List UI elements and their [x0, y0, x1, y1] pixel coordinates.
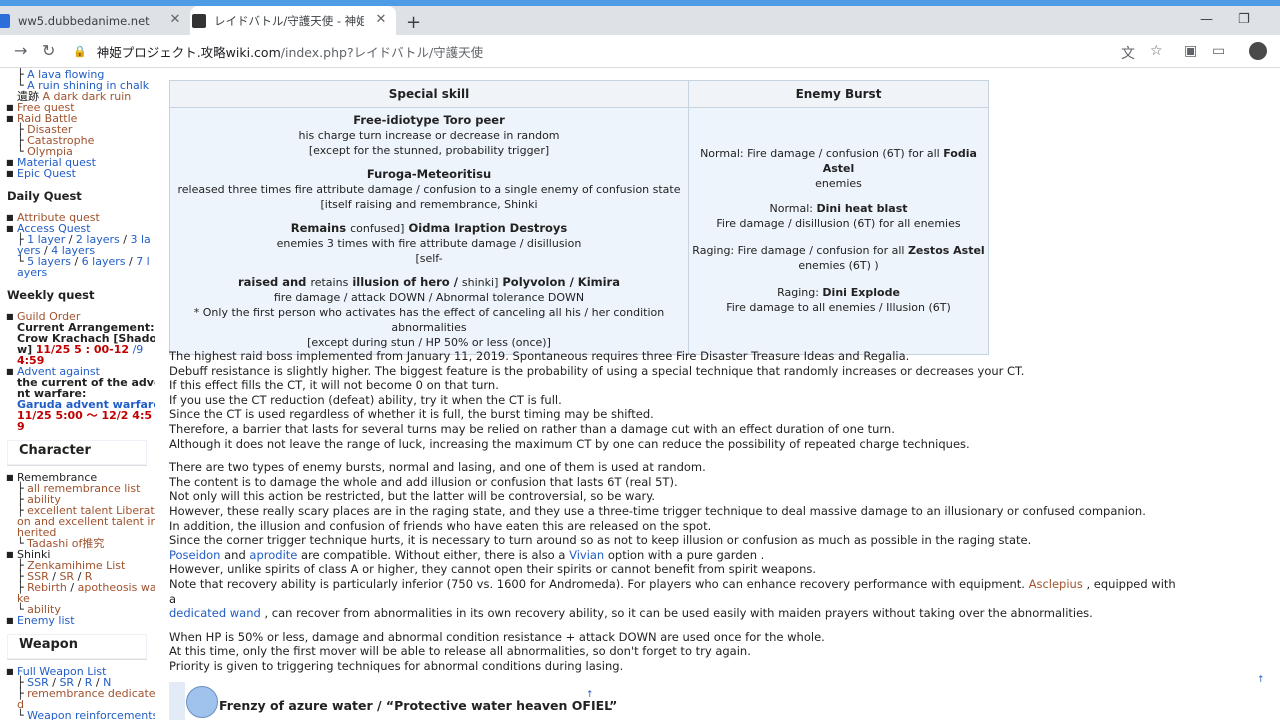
tab-dubbedanime[interactable]: ww5.dubbedanime.net ✕ — [0, 6, 190, 35]
enemy-burst-header: Enemy Burst — [688, 80, 989, 108]
burst-desc: Fire damage / disillusion (6T) for all e… — [716, 217, 961, 230]
close-tab-icon[interactable]: ✕ — [168, 13, 182, 27]
vivian-link[interactable]: Vivian — [569, 548, 604, 562]
burst-entry-tail: enemies (6T) ) — [798, 259, 879, 272]
garuda-date: 11/25 5:00 ～ 12/2 4:5 — [17, 409, 152, 422]
weekly-quest-heading: Weekly quest — [7, 288, 95, 302]
skill-desc: enemies 3 times with fire attribute dama… — [276, 237, 582, 250]
special-skill-header: Special skill — [169, 80, 689, 108]
burst-entry: Raging: Dini Explode — [777, 286, 900, 299]
url-host: 神姫プロジェクト.攻略wiki.com — [96, 44, 281, 60]
tab-title: レイドバトル/守護天使 - 神姫プロジェ — [214, 13, 364, 28]
translate-icon[interactable]: 文 — [1121, 43, 1135, 63]
skill-name: Remains confused] Oidma Iraption Destroy… — [290, 221, 568, 235]
bullet-icon: ■ — [6, 312, 14, 321]
burst-entry: Normal: Dini heat blast — [769, 202, 908, 215]
skill-desc: fire damage / attack DOWN / Abnormal tol… — [273, 291, 585, 304]
bullet-icon: ■ — [6, 367, 14, 376]
dedicated-wand-link[interactable]: dedicated wand — [169, 606, 261, 620]
poseidon-link[interactable]: Poseidon — [169, 548, 220, 562]
back-to-top-icon[interactable]: ↑ — [586, 690, 594, 700]
main-content: Special skill Enemy Burst Free-idiotype … — [169, 68, 1269, 720]
site-favicon-icon — [0, 13, 10, 28]
new-tab-icon[interactable]: + — [406, 12, 421, 33]
enemy-burst-cell: Normal: Fire damage / confusion (6T) for… — [688, 107, 989, 355]
section-title: Frenzy of azure water / “Protective wate… — [219, 698, 618, 713]
sidebar-item-epic-quest[interactable]: Epic Quest — [17, 168, 76, 179]
bullet-icon: ■ — [6, 169, 14, 178]
bullet-icon: ■ — [6, 213, 14, 222]
description-text: The highest raid boss implemented from J… — [169, 349, 1179, 682]
raid-boss-table: Special skill Enemy Burst Free-idiotype … — [169, 80, 989, 355]
aprodite-link[interactable]: aprodite — [249, 548, 297, 562]
sidebar-item-enemy-list[interactable]: Enemy list — [17, 615, 75, 626]
sidebar-item-layers[interactable]: ayers — [17, 267, 47, 278]
reload-icon[interactable]: ↻ — [42, 41, 55, 60]
burst-desc: Fire damage to all enemies / Illusion (6… — [726, 301, 951, 314]
skill-name: Furoga-Meteoritisu — [366, 167, 492, 181]
daily-quest-heading: Daily Quest — [7, 189, 82, 203]
cast-icon[interactable]: ▭ — [1212, 43, 1225, 59]
burst-entry-tail: enemies — [815, 177, 862, 190]
sidebar-item[interactable]: ├ Rebirth / apotheosis wa — [17, 582, 155, 593]
bullet-icon: ■ — [6, 616, 14, 625]
skill-desc: released three times fire attribute dama… — [177, 183, 681, 196]
sidebar-menu: ├ A lava flowing └ A ruin shining in cha… — [0, 68, 155, 720]
tab-title: ww5.dubbedanime.net — [18, 13, 150, 28]
weapon-section-header: Weapon — [7, 634, 147, 660]
special-skill-cell: Free-idiotype Toro peer his charge turn … — [169, 107, 689, 355]
skill-cond: [except during stun / HP 50% or less (on… — [307, 336, 551, 349]
tab-bar: ww5.dubbedanime.net ✕ レイドバトル/守護天使 - 神姫プロ… — [0, 6, 1280, 35]
bullet-icon: ■ — [6, 550, 14, 559]
skill-name: Free-idiotype Toro peer — [353, 113, 505, 127]
burst-entry: Normal: Fire damage / confusion (6T) for… — [700, 147, 977, 175]
skill-name: raised and retains illusion of hero / sh… — [237, 275, 620, 289]
bullet-icon: ■ — [6, 158, 14, 167]
bullet-icon: ■ — [6, 224, 14, 233]
paragraph: There are two types of enemy bursts, nor… — [169, 460, 1176, 621]
boss-section-heading: Frenzy of azure water / “Protective wate… — [169, 682, 869, 720]
url-path: /index.php?レイドバトル/守護天使 — [280, 44, 484, 60]
close-tab-icon[interactable]: ✕ — [374, 13, 388, 27]
restore-icon[interactable]: ❐ — [1238, 12, 1250, 27]
bullet-icon: ■ — [6, 473, 14, 482]
lock-icon: 🔒 — [73, 44, 87, 58]
heading-accent-bar — [169, 682, 185, 720]
bullet-icon: ■ — [6, 667, 14, 676]
skill-cond: [except for the stunned, probability tri… — [308, 144, 550, 157]
character-section-header: Character — [7, 440, 147, 466]
garuda-date-end: 9 — [17, 420, 25, 433]
minimize-icon[interactable]: — — [1200, 12, 1213, 27]
skill-cond: [self- — [415, 252, 443, 265]
skill-desc: his charge turn increase or decrease in … — [298, 129, 560, 142]
bullet-icon: ■ — [6, 114, 14, 123]
wiki-favicon-icon — [192, 13, 206, 28]
profile-avatar[interactable] — [1249, 42, 1267, 60]
sidebar-item[interactable]: └ Weapon reinforcements — [17, 710, 155, 720]
asclepius-link[interactable]: Asclepius — [1029, 577, 1083, 591]
skill-cond: [itself raising and remembrance, Shinki — [320, 198, 538, 211]
sidebar-item[interactable]: ├ remembrance dedicate — [17, 688, 155, 699]
bookmark-star-icon[interactable]: ☆ — [1150, 43, 1163, 59]
burst-entry: Raging: Fire damage / confusion for all … — [692, 244, 985, 257]
url-field[interactable]: 🔒 神姫プロジェクト.攻略wiki.com /index.php?レイドバトル/… — [73, 39, 1173, 63]
character-portrait-icon — [186, 686, 218, 718]
paragraph: When HP is 50% or less, damage and abnor… — [169, 629, 825, 673]
paragraph: The highest raid boss implemented from J… — [169, 349, 1025, 451]
forward-icon[interactable]: → — [14, 41, 27, 60]
tab-wiki[interactable]: レイドバトル/守護天使 - 神姫プロジェ ✕ — [190, 6, 396, 35]
extension-icon[interactable]: ▣ — [1184, 43, 1197, 59]
address-bar: → ↻ 🔒 神姫プロジェクト.攻略wiki.com /index.php?レイド… — [0, 35, 1280, 68]
skill-note: * Only the first person who activates ha… — [193, 306, 665, 334]
page-top-icon[interactable]: ↑ — [1257, 675, 1265, 685]
bullet-icon: ■ — [6, 103, 14, 112]
